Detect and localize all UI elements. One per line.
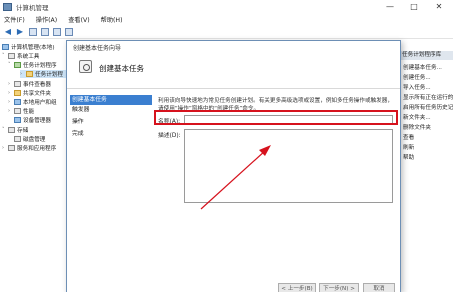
- scheduler-icon: [14, 62, 21, 68]
- previous-button[interactable]: < 上一步(B): [278, 283, 316, 292]
- name-field-highlight: [154, 110, 398, 125]
- help-icon[interactable]: [53, 27, 61, 36]
- title-bar: 计算机管理 — □ ✕: [0, 0, 453, 13]
- forward-icon[interactable]: ▶: [15, 27, 25, 37]
- step-trigger: 触发器: [72, 107, 90, 113]
- action-enable-history[interactable]: 启用所有任务历史记录: [403, 103, 453, 111]
- next-button[interactable]: 下一步(N) >: [319, 283, 359, 292]
- tree-task-library[interactable]: › 任务计划程: [20, 70, 66, 78]
- tree-storage[interactable]: ˅ 存储: [2, 126, 28, 134]
- minimize-icon[interactable]: —: [381, 0, 399, 13]
- storage-icon: [8, 127, 15, 133]
- tools-icon: [8, 53, 15, 59]
- disk-icon: [14, 136, 21, 142]
- dialog-button-row: < 上一步(B) 下一步(N) > 取消: [67, 283, 400, 292]
- up-folder-icon[interactable]: [29, 27, 37, 36]
- users-icon: [14, 99, 21, 105]
- maximize-icon[interactable]: □: [405, 0, 423, 13]
- tree-root[interactable]: 计算机管理(本地): [2, 43, 55, 51]
- menu-file[interactable]: 文件(F): [4, 15, 25, 24]
- services-icon: [8, 145, 15, 151]
- actions-pane: 任务计划程序库 创建基本任务... 创建任务... 导入任务... 显示所有正在…: [398, 40, 453, 292]
- device-manager-icon: [14, 117, 21, 123]
- menu-bar: 文件(F) 操作(A) 查看(V) 帮助(H): [0, 13, 453, 25]
- dialog-title: 创建基本任务向导: [67, 41, 400, 53]
- dialog-header: 创建基本任务: [67, 53, 400, 89]
- actions-header: 任务计划程序库: [399, 51, 453, 60]
- computer-management-icon: [3, 2, 12, 11]
- close-icon[interactable]: ✕: [430, 0, 448, 13]
- wizard-steps: 创建基本任务 触发器 操作 完成: [67, 90, 154, 292]
- wizard-clock-icon: [79, 60, 92, 73]
- tree-shared-folders[interactable]: › 共享文件夹: [8, 89, 51, 97]
- action-help[interactable]: 帮助: [403, 153, 414, 161]
- tree-device-manager[interactable]: 设备管理器: [14, 116, 51, 124]
- create-basic-task-wizard: 创建基本任务向导 创建基本任务 创建基本任务 触发器 操作 完成 利用该向导快速…: [66, 40, 401, 292]
- action-show-running[interactable]: 显示所有正在运行的任务: [403, 93, 453, 101]
- action-view[interactable]: 查看: [403, 133, 414, 141]
- task-description-input[interactable]: [184, 129, 393, 203]
- step-finish: 完成: [72, 131, 84, 137]
- performance-icon: [14, 108, 21, 114]
- tree-disk-management[interactable]: 磁盘管理: [14, 135, 45, 143]
- dialog-heading: 创建基本任务: [99, 64, 144, 73]
- tree-local-users[interactable]: › 本地用户和组: [8, 98, 57, 106]
- action-create-basic-task[interactable]: 创建基本任务...: [403, 63, 442, 71]
- show-hide-tree-icon[interactable]: [41, 27, 49, 36]
- description-label: 描述(D):: [158, 133, 181, 139]
- menu-view[interactable]: 查看(V): [68, 15, 89, 24]
- tree-system-tools[interactable]: ˅ 系统工具: [2, 52, 39, 60]
- computer-management-window: 计算机管理 — □ ✕ 文件(F) 操作(A) 查看(V) 帮助(H) ◀ ▶ …: [0, 0, 453, 292]
- event-viewer-icon: [14, 81, 21, 87]
- computer-icon: [2, 44, 9, 50]
- menu-action[interactable]: 操作(A): [36, 15, 57, 24]
- action-import-task[interactable]: 导入任务...: [403, 83, 431, 91]
- cancel-button[interactable]: 取消: [363, 283, 395, 292]
- step-action: 操作: [72, 119, 84, 125]
- action-refresh[interactable]: 刷新: [403, 143, 414, 151]
- window-title: 计算机管理: [16, 3, 49, 12]
- tree-services-apps[interactable]: › 服务和应用程序: [2, 144, 56, 152]
- tree-task-scheduler[interactable]: ˅ 任务计划程序: [8, 61, 57, 69]
- action-create-task[interactable]: 创建任务...: [403, 73, 431, 81]
- menu-help[interactable]: 帮助(H): [101, 15, 123, 24]
- tree-event-viewer[interactable]: › 事件查看器: [8, 80, 51, 88]
- navigation-tree: 计算机管理(本地) ˅ 系统工具 ˅ 任务计划程序 › 任务计划程 › 事件查看器 › 共…: [0, 40, 66, 292]
- step-create-basic-task: 创建基本任务: [70, 95, 152, 105]
- action-delete-folder[interactable]: 删除文件夹: [403, 123, 431, 131]
- toolbar: ◀ ▶: [0, 25, 453, 39]
- action-new-folder[interactable]: 新文件夹...: [403, 113, 431, 121]
- back-icon[interactable]: ◀: [3, 27, 13, 37]
- properties-icon[interactable]: [65, 27, 73, 36]
- folder-icon: [26, 71, 33, 77]
- shared-folder-icon: [14, 90, 21, 96]
- tree-performance[interactable]: › 性能: [8, 107, 34, 115]
